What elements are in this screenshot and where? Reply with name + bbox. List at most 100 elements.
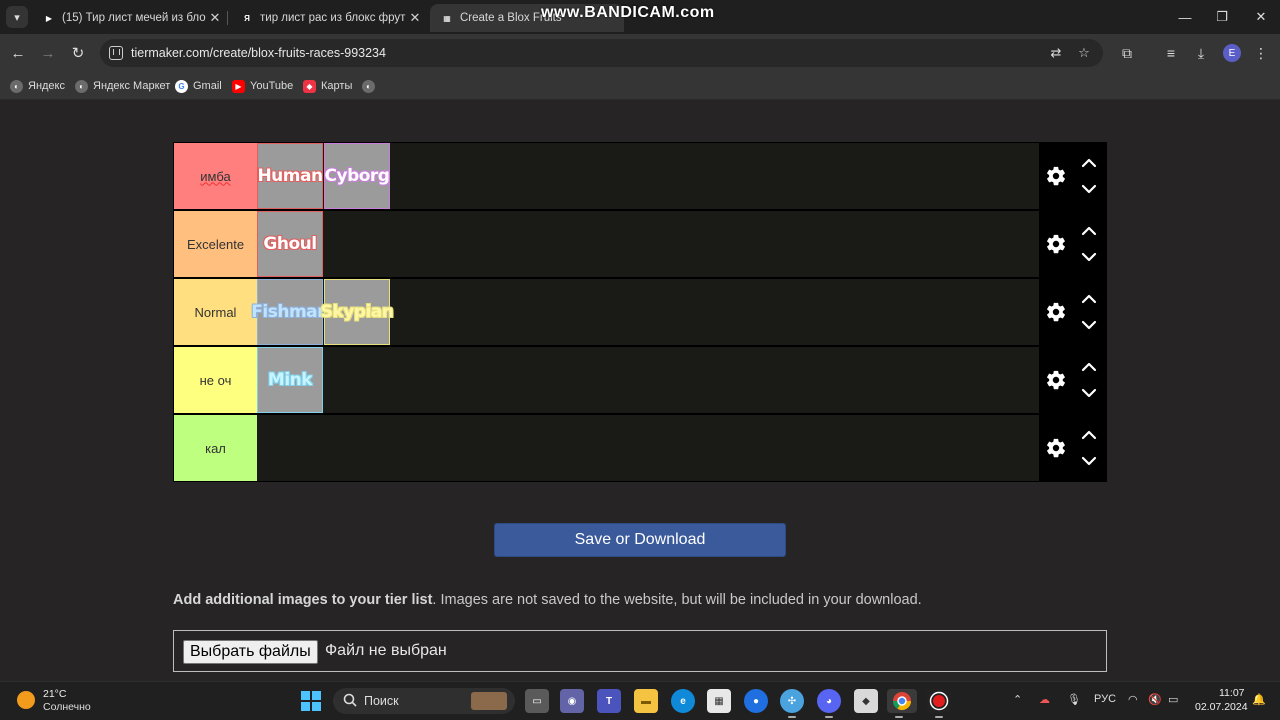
- chevron-up-icon[interactable]: [1079, 425, 1099, 445]
- additional-images-text: Add additional images to your tier list.…: [173, 592, 922, 608]
- tier-item-skypian[interactable]: Skypian: [321, 279, 394, 345]
- roblox-icon[interactable]: ◆: [854, 689, 878, 713]
- chevron-up-icon[interactable]: [1079, 289, 1099, 309]
- bandicam-record-icon[interactable]: [927, 689, 951, 718]
- close-window-icon[interactable]: ✕: [1249, 6, 1273, 28]
- tier-controls: [1039, 415, 1107, 481]
- downloads-icon[interactable]: ⤓: [1191, 43, 1211, 63]
- media-controls-icon[interactable]: ≡: [1161, 43, 1181, 63]
- tray-chevron-up-icon[interactable]: ⌃: [1013, 693, 1022, 706]
- gear-icon[interactable]: [1045, 301, 1067, 323]
- tier-drop-zone[interactable]: Mink: [257, 347, 1039, 413]
- tier-drop-zone[interactable]: Human Cyborg: [257, 143, 1039, 209]
- wifi-icon[interactable]: ◠: [1128, 693, 1138, 706]
- teams-icon[interactable]: T: [597, 689, 621, 713]
- bookmark-gmail[interactable]: G Gmail: [175, 77, 222, 95]
- meet-icon[interactable]: ◉: [560, 689, 584, 713]
- bookmark-label: Яндекс: [28, 80, 65, 92]
- tier-label[interactable]: имба: [174, 143, 257, 209]
- chevron-down-icon[interactable]: [1079, 315, 1099, 335]
- app-network-icon[interactable]: ✣: [780, 689, 804, 718]
- chevron-down-icon[interactable]: [1079, 179, 1099, 199]
- notification-bell-icon[interactable]: 🔔: [1252, 693, 1266, 706]
- gear-icon[interactable]: [1045, 233, 1067, 255]
- chevron-up-icon[interactable]: [1079, 357, 1099, 377]
- search-icon: [343, 693, 357, 707]
- reload-icon[interactable]: ↻: [67, 42, 89, 64]
- tier-label-text: не оч: [199, 372, 232, 388]
- chevron-down-icon[interactable]: [1079, 247, 1099, 267]
- file-explorer-icon[interactable]: ▬: [634, 689, 658, 713]
- discord-icon[interactable]: ◕: [817, 689, 841, 718]
- search-label: Поиск: [364, 694, 399, 708]
- weather-condition[interactable]: Солнечно: [43, 701, 91, 713]
- store-icon[interactable]: ▦: [707, 689, 731, 713]
- microphone-icon[interactable]: 🎙: [1067, 693, 1081, 706]
- tier-label[interactable]: кал: [174, 415, 257, 481]
- chevron-up-icon[interactable]: [1079, 153, 1099, 173]
- site-info-icon[interactable]: [109, 46, 123, 60]
- chevron-down-icon[interactable]: [1079, 383, 1099, 403]
- weather-temperature[interactable]: 21°C: [43, 688, 66, 700]
- bookmark-label: Gmail: [193, 80, 222, 92]
- browser-tab-yandex[interactable]: Я тир лист рас из блокс фрут — ✕: [230, 4, 424, 32]
- battery-icon[interactable]: ▭: [1168, 693, 1178, 706]
- edge-icon[interactable]: e: [671, 689, 695, 713]
- tab-search-chevron-icon[interactable]: ▾: [6, 6, 28, 28]
- tier-item-human[interactable]: Human: [257, 143, 323, 209]
- tier-label[interactable]: Excelente: [174, 211, 257, 277]
- extensions-icon[interactable]: ⧉: [1117, 43, 1137, 63]
- back-icon[interactable]: ←: [7, 42, 29, 64]
- restore-icon[interactable]: ❐: [1210, 6, 1234, 28]
- tier-item-cyborg[interactable]: Cyborg: [324, 143, 390, 209]
- gear-icon[interactable]: [1045, 437, 1067, 459]
- app-blue-icon[interactable]: ●: [744, 689, 768, 713]
- url-text[interactable]: tiermaker.com/create/blox-fruits-races-9…: [131, 46, 386, 60]
- close-tab-icon[interactable]: ✕: [206, 10, 224, 26]
- gear-icon[interactable]: [1045, 165, 1067, 187]
- gear-icon[interactable]: [1045, 369, 1067, 391]
- chevron-up-icon[interactable]: [1079, 221, 1099, 241]
- tab-divider: [227, 11, 228, 25]
- browser-tab-youtube[interactable]: ▶ (15) Тир лист мечей из блокс ф ✕: [32, 4, 224, 32]
- save-or-download-button[interactable]: Save or Download: [494, 523, 786, 557]
- bookmark-yandex[interactable]: ◐ Яндекс: [10, 77, 65, 95]
- taskbar-search-box[interactable]: Поиск: [333, 688, 515, 714]
- clock-date[interactable]: 02.07.2024: [1195, 701, 1248, 713]
- tier-drop-zone[interactable]: Fishman Skypian: [251, 279, 1039, 345]
- language-indicator[interactable]: РУС: [1094, 693, 1116, 705]
- close-tab-icon[interactable]: ✕: [406, 10, 424, 26]
- bookmark-star-icon[interactable]: ☆: [1075, 44, 1093, 62]
- chrome-icon[interactable]: [887, 689, 917, 718]
- tier-item-mink[interactable]: Mink: [257, 347, 323, 413]
- choose-files-button[interactable]: Выбрать файлы: [183, 640, 318, 664]
- clock-time[interactable]: 11:07: [1219, 687, 1245, 699]
- tray-antivirus-icon[interactable]: ☁: [1039, 693, 1050, 706]
- tier-row: кал: [173, 414, 1107, 482]
- tier-item-fishman[interactable]: Fishman: [251, 279, 329, 345]
- task-view-icon[interactable]: ▭: [525, 689, 549, 713]
- windows-start-icon[interactable]: [299, 689, 323, 713]
- minimize-icon[interactable]: —: [1173, 6, 1197, 28]
- bookmark-label: YouTube: [250, 80, 294, 92]
- bookmark-yandex-market[interactable]: ◐ Яндекс Маркет: [75, 77, 170, 95]
- file-upload-box: Выбрать файлы Файл не выбран: [173, 630, 1107, 672]
- menu-kebab-icon[interactable]: ⋮: [1251, 43, 1271, 63]
- bookmark-youtube[interactable]: ▶ YouTube: [232, 77, 293, 95]
- tier-row: имба Human Cyborg: [173, 142, 1107, 210]
- bookmark-maps[interactable]: ◆ Карты: [303, 77, 352, 95]
- profile-avatar[interactable]: E: [1223, 44, 1241, 62]
- forward-icon[interactable]: →: [37, 42, 59, 64]
- bookmark-globe[interactable]: ◐: [362, 77, 380, 95]
- address-bar[interactable]: tiermaker.com/create/blox-fruits-races-9…: [100, 39, 1103, 67]
- volume-muted-icon[interactable]: 🔇: [1148, 693, 1162, 706]
- tier-drop-zone[interactable]: Ghoul: [257, 211, 1039, 277]
- tier-label[interactable]: Normal: [174, 279, 257, 345]
- tier-label-text: кал: [205, 440, 226, 456]
- tier-item-ghoul[interactable]: Ghoul: [257, 211, 323, 277]
- translate-icon[interactable]: ⇄: [1047, 44, 1065, 62]
- tier-label[interactable]: не оч: [174, 347, 257, 413]
- chevron-down-icon[interactable]: [1079, 451, 1099, 471]
- tier-drop-zone[interactable]: [257, 415, 1039, 481]
- weather-sun-icon[interactable]: [17, 691, 35, 709]
